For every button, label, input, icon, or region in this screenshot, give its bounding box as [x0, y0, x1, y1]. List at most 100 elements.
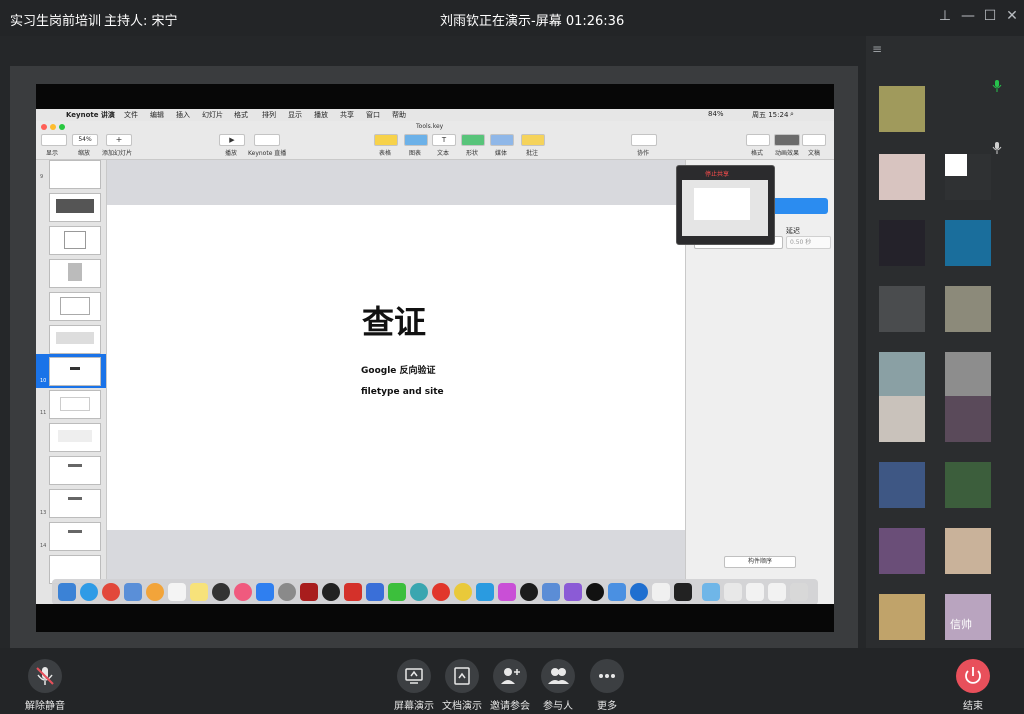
live-button[interactable] [254, 134, 280, 146]
app-store-icon[interactable] [256, 583, 274, 601]
view-button[interactable] [41, 134, 67, 146]
unmute-button[interactable] [28, 659, 62, 693]
slide-thumbnail-selected[interactable] [49, 357, 101, 386]
search-icon[interactable]: ⌕ [790, 110, 794, 119]
menu-file[interactable]: 文件 [124, 110, 138, 120]
participant-tile[interactable] [879, 594, 925, 640]
share-preview-window[interactable]: 停止共享 [676, 165, 775, 245]
participant-tile[interactable] [879, 352, 925, 398]
slide-thumbnail[interactable] [49, 456, 101, 485]
doc-share-button[interactable] [445, 659, 479, 693]
screen-share-button[interactable] [397, 659, 431, 693]
word-icon[interactable] [366, 583, 384, 601]
qq-icon[interactable] [322, 583, 340, 601]
pin-icon[interactable]: ⊥ [937, 8, 953, 24]
delay-stepper[interactable]: 0.50 秒 [786, 236, 831, 249]
app-icon-globe[interactable] [630, 583, 648, 601]
quicktime-icon[interactable] [212, 583, 230, 601]
participant-tile[interactable] [879, 220, 925, 266]
settings-icon[interactable] [278, 583, 296, 601]
slide-title[interactable]: 查证 [362, 297, 426, 343]
participant-tile[interactable] [945, 462, 991, 508]
text-button[interactable]: T [432, 134, 456, 146]
play-button[interactable]: ▶ [219, 134, 245, 146]
keynote-icon[interactable] [608, 583, 626, 601]
slide-thumbnail[interactable] [49, 390, 101, 419]
slide-thumbnail[interactable] [49, 193, 101, 222]
participant-tile[interactable] [879, 396, 925, 442]
chrome-icon[interactable] [102, 583, 120, 601]
slide-thumbnail[interactable] [49, 292, 101, 321]
wechat-icon[interactable] [388, 583, 406, 601]
end-meeting-button[interactable] [956, 659, 990, 693]
participant-tile[interactable] [945, 154, 991, 200]
invite-button[interactable] [493, 659, 527, 693]
comment-button[interactable] [521, 134, 545, 146]
app-icon-blue[interactable] [476, 583, 494, 601]
add-slide-button[interactable]: + [106, 134, 132, 146]
participants-button[interactable] [541, 659, 575, 693]
zoom-select[interactable]: 54% [72, 134, 98, 146]
slide-thumbnail[interactable] [49, 522, 101, 551]
preview-icon[interactable] [542, 583, 560, 601]
table-button[interactable] [374, 134, 398, 146]
folder-icon[interactable] [702, 583, 720, 601]
safari-icon[interactable] [80, 583, 98, 601]
participant-tile[interactable] [879, 528, 925, 574]
participant-tile[interactable] [945, 220, 991, 266]
media-button[interactable] [490, 134, 514, 146]
menu-edit[interactable]: 编辑 [150, 110, 164, 120]
menu-arrange[interactable]: 排列 [262, 110, 276, 120]
slide-thumbnail[interactable] [49, 160, 101, 189]
menu-insert[interactable]: 插入 [176, 110, 190, 120]
messages-icon[interactable] [124, 583, 142, 601]
menu-window[interactable]: 窗口 [366, 110, 380, 120]
app-icon-white[interactable] [652, 583, 670, 601]
participant-tile[interactable] [945, 352, 991, 398]
panel-layout-icon[interactable]: ≡ [872, 42, 882, 56]
maximize-icon[interactable]: ☐ [982, 8, 998, 24]
menu-help[interactable]: 帮助 [392, 110, 406, 120]
imovie-icon[interactable] [498, 583, 516, 601]
slide-thumbnail[interactable] [49, 259, 101, 288]
netease-music-icon[interactable] [432, 583, 450, 601]
current-slide[interactable]: 查证 Google 反向验证 filetype and site [107, 205, 685, 530]
slide-line-1[interactable]: Google 反向验证 [361, 363, 436, 376]
participant-tile[interactable] [945, 528, 991, 574]
photos-icon[interactable] [146, 583, 164, 601]
participant-tile[interactable] [945, 396, 991, 442]
animate-button[interactable] [774, 134, 800, 146]
participant-tile[interactable] [879, 286, 925, 332]
menu-view[interactable]: 显示 [288, 110, 302, 120]
menu-app[interactable]: Keynote 讲演 [66, 110, 115, 120]
format-button[interactable] [746, 134, 770, 146]
slide-line-2[interactable]: filetype and site [361, 387, 444, 397]
finder-icon[interactable] [58, 583, 76, 601]
file-icon[interactable] [746, 583, 764, 601]
stop-share-label[interactable]: 停止共享 [705, 169, 729, 178]
app-icon-dark[interactable] [520, 583, 538, 601]
file-icon[interactable] [768, 583, 786, 601]
participant-tile[interactable] [879, 154, 925, 200]
trash-icon[interactable] [790, 583, 808, 601]
shape-button[interactable] [461, 134, 485, 146]
minimize-icon[interactable]: — [960, 8, 976, 24]
collaborate-button[interactable] [631, 134, 657, 146]
window-traffic-lights[interactable] [40, 123, 70, 131]
document-button[interactable] [802, 134, 826, 146]
menu-play[interactable]: 播放 [314, 110, 328, 120]
slide-thumbnail[interactable] [49, 423, 101, 452]
slide-thumbnail[interactable] [49, 489, 101, 518]
slide-thumbnail[interactable] [49, 226, 101, 255]
participant-tile[interactable] [879, 86, 925, 132]
acrobat-icon[interactable] [300, 583, 318, 601]
participant-tile[interactable] [945, 286, 991, 332]
file-icon[interactable] [724, 583, 742, 601]
chart-button[interactable] [404, 134, 428, 146]
calendar-icon[interactable] [168, 583, 186, 601]
participant-tile[interactable] [879, 462, 925, 508]
build-order-button[interactable]: 构件顺序 [724, 556, 796, 568]
piano-icon[interactable] [674, 583, 692, 601]
menu-format[interactable]: 格式 [234, 110, 248, 120]
app-icon-yellow[interactable] [454, 583, 472, 601]
